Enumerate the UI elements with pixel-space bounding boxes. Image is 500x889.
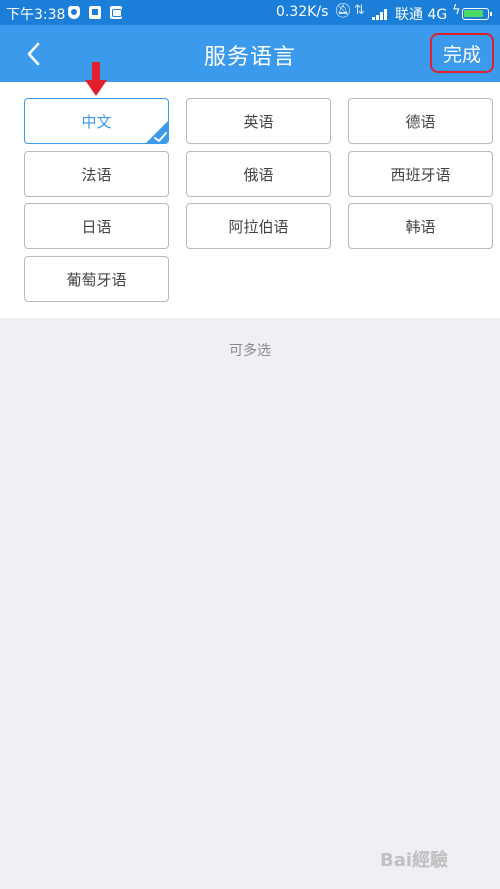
nav-bar: 服务语言 完成 (0, 25, 500, 82)
status-time: 下午3:38 (6, 7, 66, 23)
message-notification-icon (110, 6, 122, 19)
language-option[interactable]: 阿拉伯语 (186, 203, 331, 249)
red-arrow-annotation-icon (85, 62, 107, 96)
language-option[interactable]: 中文 (24, 98, 169, 144)
language-option[interactable]: 葡萄牙语 (24, 256, 169, 302)
language-label: 俄语 (243, 165, 274, 184)
language-label: 德语 (405, 112, 436, 131)
language-option[interactable]: 西班牙语 (348, 151, 493, 197)
watermark-logo: Bai經驗 (380, 850, 449, 871)
app-notification-icon (89, 6, 101, 19)
language-option[interactable]: 法语 (24, 151, 169, 197)
language-label: 阿拉伯语 (228, 217, 289, 236)
language-label: 西班牙语 (390, 165, 451, 184)
check-icon (146, 121, 168, 143)
page-title: 服务语言 (203, 45, 296, 70)
network-speed: 0.32K/s (276, 4, 329, 20)
language-option[interactable]: 德语 (348, 98, 493, 144)
language-label: 葡萄牙语 (66, 270, 127, 289)
language-option[interactable]: 英语 (186, 98, 331, 144)
carrier-label: 联通 4G (395, 7, 448, 23)
language-panel: 中文 英语 德语 法语 俄语 西班牙语 日语 阿拉伯语 韩语 葡萄牙语 (0, 82, 500, 318)
mute-bell-icon: 🔕︎ (334, 3, 352, 19)
multi-select-hint: 可多选 (229, 343, 271, 359)
language-label: 英语 (243, 112, 274, 131)
status-bar: 下午3:38 0.32K/s 🔕︎ ⇅ 联通 4G ϟ (0, 0, 500, 25)
language-label: 法语 (81, 165, 112, 184)
charging-icon: ϟ (452, 3, 461, 18)
language-label: 中文 (81, 112, 112, 131)
language-label: 日语 (81, 217, 112, 236)
signal-icon (372, 8, 388, 20)
shield-icon (68, 6, 80, 19)
language-option[interactable]: 韩语 (348, 203, 493, 249)
data-activity-icon: ⇅ (354, 3, 365, 18)
language-label: 韩语 (405, 217, 436, 236)
language-option[interactable]: 俄语 (186, 151, 331, 197)
language-option[interactable]: 日语 (24, 203, 169, 249)
done-button[interactable]: 完成 (430, 33, 494, 73)
battery-icon (462, 8, 492, 20)
